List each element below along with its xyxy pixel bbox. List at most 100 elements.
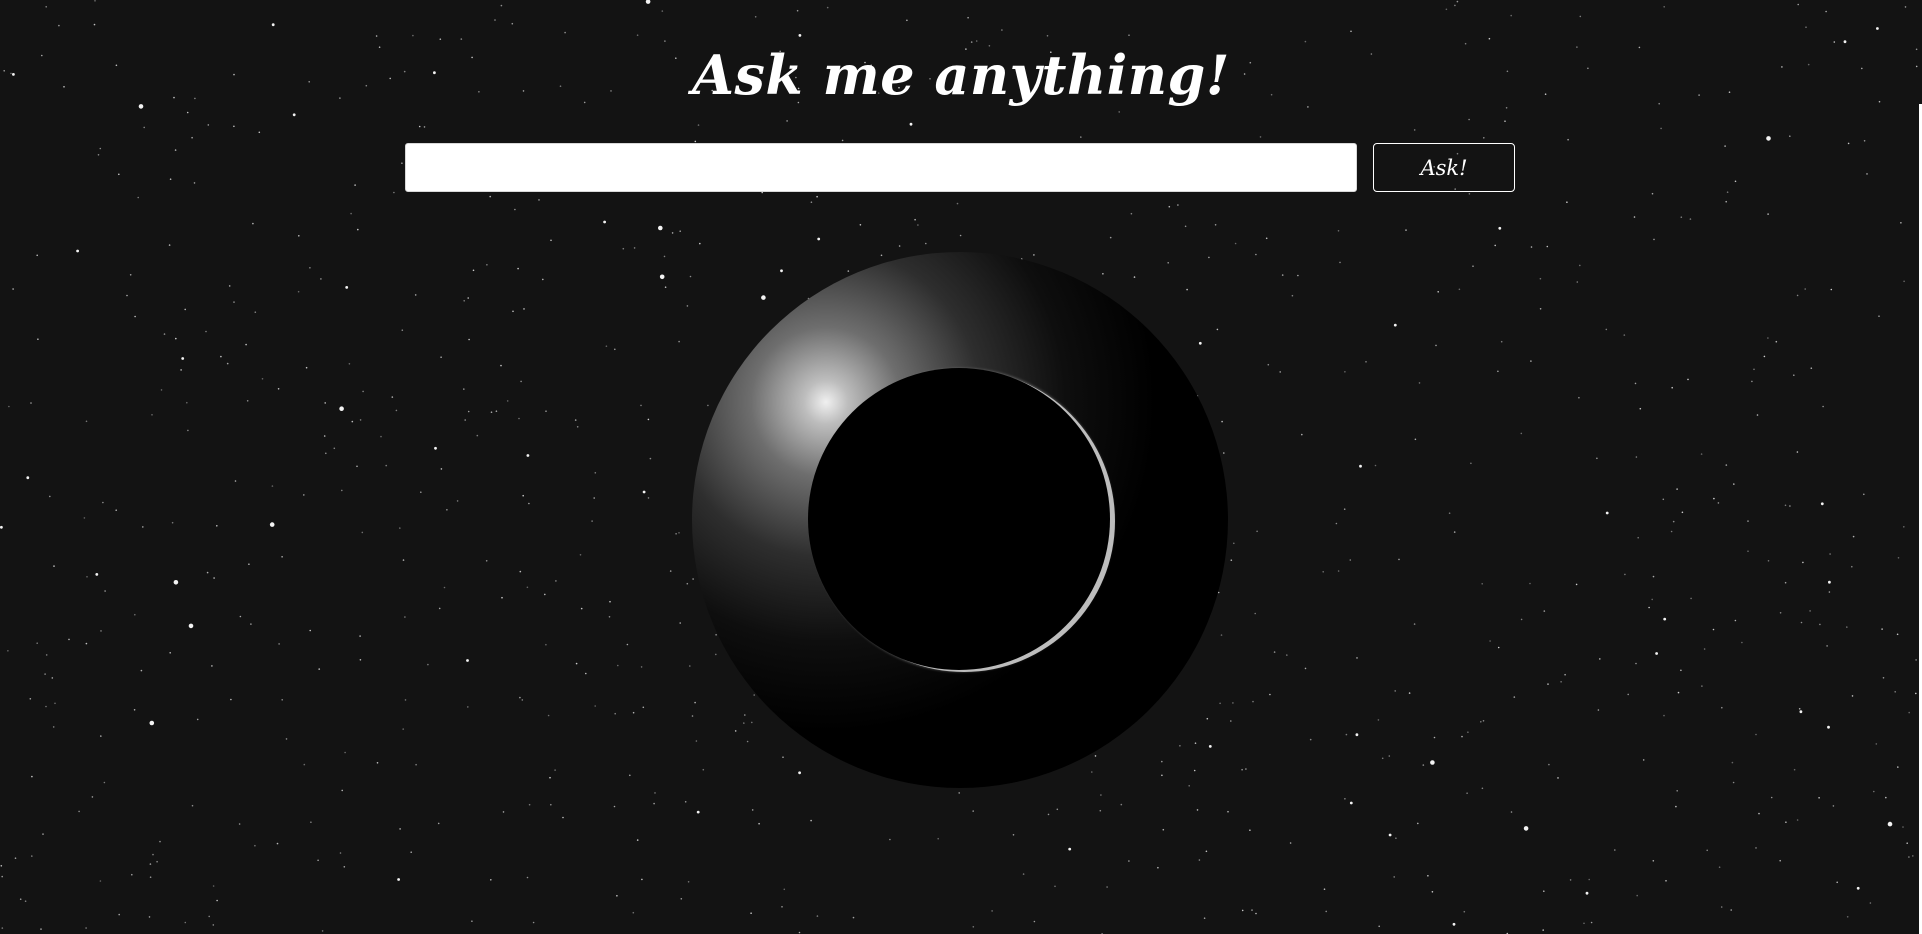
star	[438, 607, 441, 610]
star	[1193, 769, 1196, 772]
page-title: Ask me anything!	[692, 43, 1230, 107]
star	[654, 792, 656, 794]
ask-button[interactable]: Ask!	[1373, 143, 1515, 192]
star	[1339, 261, 1341, 264]
star	[466, 659, 469, 662]
star	[1789, 135, 1791, 137]
star	[1887, 821, 1893, 827]
star	[58, 24, 60, 27]
star	[1662, 498, 1665, 501]
star	[758, 822, 760, 825]
star	[350, 212, 352, 215]
star	[889, 838, 891, 841]
star	[1184, 225, 1187, 228]
star	[526, 586, 529, 589]
star	[1350, 30, 1352, 33]
star	[1583, 922, 1585, 925]
star	[44, 673, 46, 675]
star	[415, 763, 417, 766]
star	[1827, 725, 1830, 729]
star	[562, 816, 564, 819]
star	[361, 531, 364, 534]
star	[967, 16, 969, 19]
star	[554, 769, 556, 771]
star	[575, 662, 578, 665]
star	[1241, 768, 1243, 771]
star	[898, 245, 901, 247]
star	[1054, 885, 1056, 888]
star	[1497, 646, 1500, 649]
star	[1219, 702, 1221, 705]
star	[134, 613, 136, 616]
star	[393, 191, 395, 194]
star	[579, 554, 582, 556]
star	[220, 355, 222, 358]
star	[278, 643, 280, 645]
star	[233, 125, 235, 128]
star	[239, 615, 242, 618]
star	[1430, 760, 1435, 765]
star	[1467, 731, 1469, 733]
star	[1377, 719, 1380, 721]
star	[636, 34, 639, 36]
star	[163, 333, 166, 335]
star	[1836, 881, 1838, 884]
star	[1504, 120, 1506, 122]
star	[8, 405, 10, 408]
star	[1214, 224, 1217, 226]
star	[233, 301, 235, 303]
star	[490, 411, 493, 414]
question-input[interactable]	[405, 143, 1357, 192]
star	[925, 242, 927, 245]
star	[1513, 696, 1516, 698]
star	[1254, 612, 1256, 615]
star	[1636, 894, 1638, 897]
star	[339, 406, 344, 412]
star	[1579, 264, 1581, 267]
star	[1068, 847, 1072, 851]
star	[1866, 173, 1868, 175]
star	[1542, 929, 1544, 931]
star	[1576, 281, 1579, 283]
star	[502, 811, 505, 813]
star	[103, 781, 106, 784]
star	[798, 931, 801, 934]
star	[1885, 796, 1887, 799]
star	[1751, 380, 1753, 383]
star	[1301, 433, 1303, 436]
star	[528, 803, 531, 806]
star	[549, 776, 551, 779]
star	[1530, 360, 1532, 362]
star	[1635, 662, 1637, 665]
star	[1775, 340, 1778, 343]
star	[399, 828, 401, 830]
star	[1585, 891, 1589, 895]
star	[1177, 204, 1179, 206]
star	[213, 577, 215, 579]
star	[1233, 542, 1235, 545]
star	[68, 638, 70, 641]
star	[642, 490, 646, 494]
star	[695, 740, 698, 742]
star	[410, 851, 413, 853]
star	[972, 810, 974, 812]
star	[1480, 721, 1482, 723]
star	[1896, 633, 1899, 636]
star	[134, 315, 136, 318]
star	[1755, 847, 1757, 849]
star	[1483, 137, 1485, 139]
star	[49, 495, 51, 498]
star	[1822, 405, 1824, 408]
star	[1216, 328, 1219, 331]
star	[1203, 917, 1206, 919]
star	[1676, 790, 1678, 792]
star	[375, 35, 378, 37]
star	[1186, 288, 1188, 291]
star	[1355, 733, 1359, 737]
magic-8-ball[interactable]	[692, 252, 1228, 788]
star	[402, 559, 405, 561]
star	[1846, 916, 1849, 918]
star	[1255, 253, 1257, 256]
star	[1826, 645, 1828, 647]
star	[1820, 502, 1824, 506]
